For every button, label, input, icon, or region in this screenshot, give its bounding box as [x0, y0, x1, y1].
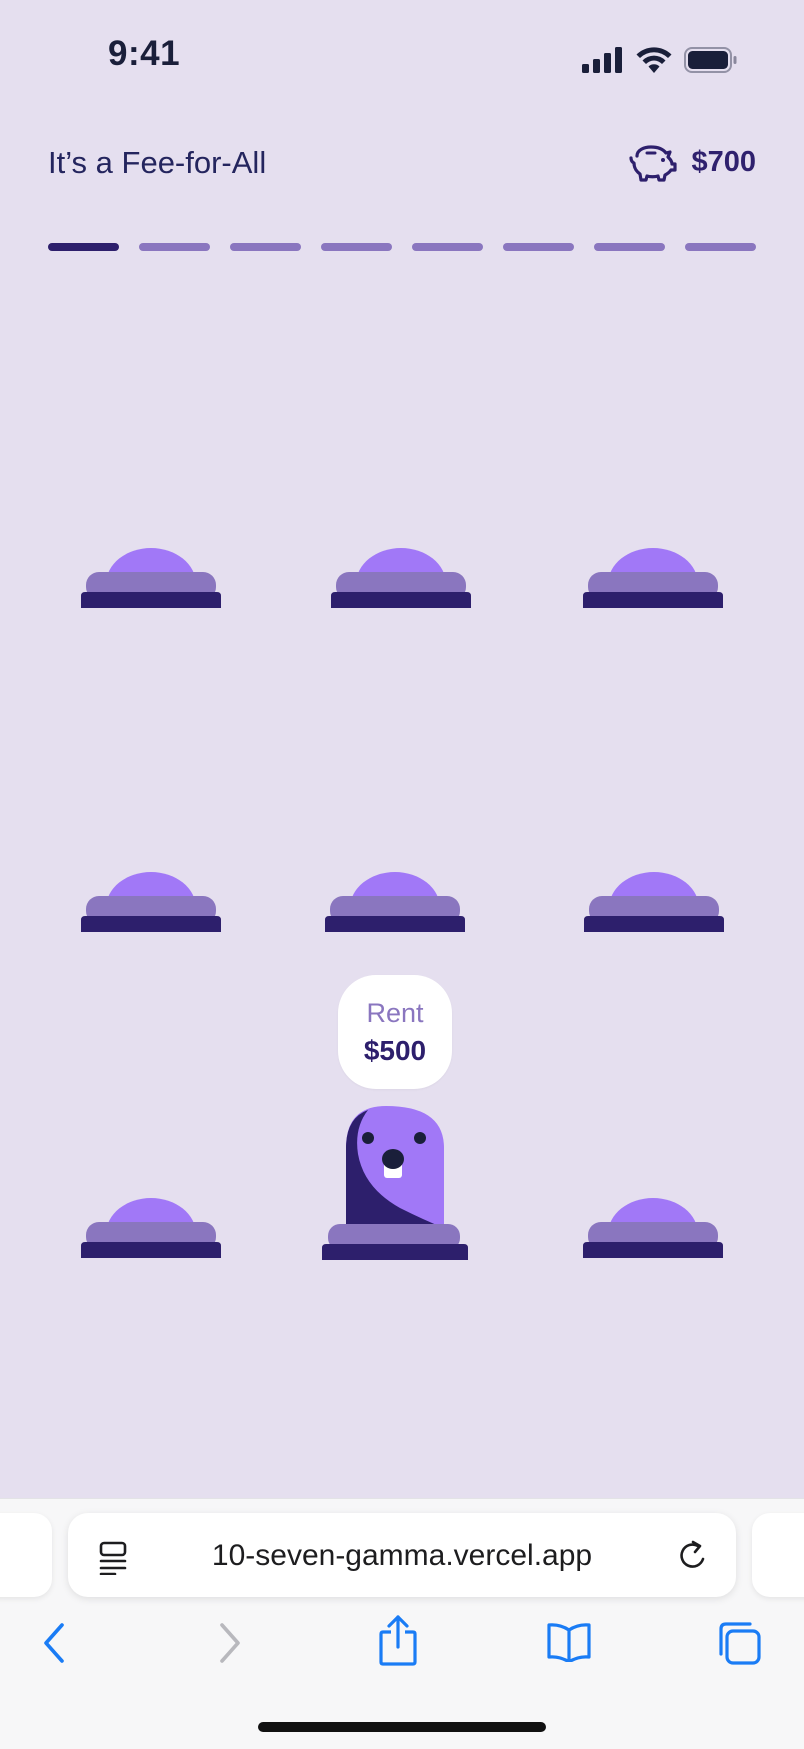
progress-segment	[503, 243, 574, 251]
balance-amount: $700	[691, 145, 756, 178]
progress-segment	[230, 243, 301, 251]
status-time: 9:41	[108, 34, 181, 73]
share-icon[interactable]	[378, 1614, 418, 1666]
game-title: It’s a Fee-for-All	[48, 145, 267, 180]
mole-hole[interactable]	[581, 872, 727, 936]
mole-hole[interactable]	[78, 548, 224, 612]
progress-segment	[321, 243, 392, 251]
progress-segment	[48, 243, 119, 251]
previous-tab-preview[interactable]	[0, 1513, 52, 1597]
fee-label: Rent $500	[338, 975, 452, 1089]
battery-icon	[684, 47, 737, 73]
progress-segment	[412, 243, 483, 251]
piggy-bank-icon	[629, 145, 678, 182]
url-text: 10-seven-gamma.vercel.app	[211, 1539, 593, 1572]
mole-hole[interactable]	[78, 1198, 224, 1262]
tabs-icon[interactable]	[716, 1620, 762, 1666]
reload-icon[interactable]	[676, 1539, 710, 1573]
bookmarks-icon[interactable]	[546, 1622, 592, 1662]
progress-segment	[139, 243, 210, 251]
back-icon[interactable]	[38, 1620, 72, 1666]
mole-hole[interactable]	[328, 548, 474, 612]
mole-hole[interactable]	[78, 872, 224, 936]
status-icons	[582, 44, 738, 76]
address-bar[interactable]: 10-seven-gamma.vercel.app	[68, 1513, 736, 1597]
mole-hole[interactable]	[580, 548, 726, 612]
round-progress	[48, 243, 756, 251]
fee-amount: $500	[363, 1035, 427, 1067]
mole-hole[interactable]	[322, 872, 468, 936]
fee-name: Rent	[366, 997, 424, 1028]
mole-character[interactable]	[322, 1104, 468, 1260]
wifi-icon	[636, 47, 672, 73]
home-indicator	[258, 1722, 546, 1732]
wallet: $700	[629, 142, 756, 182]
progress-segment	[594, 243, 665, 251]
forward-icon[interactable]	[212, 1620, 246, 1666]
progress-segment	[685, 243, 756, 251]
next-tab-preview[interactable]	[752, 1513, 804, 1597]
signal-icon	[582, 47, 622, 73]
mole-hole[interactable]	[580, 1198, 726, 1262]
